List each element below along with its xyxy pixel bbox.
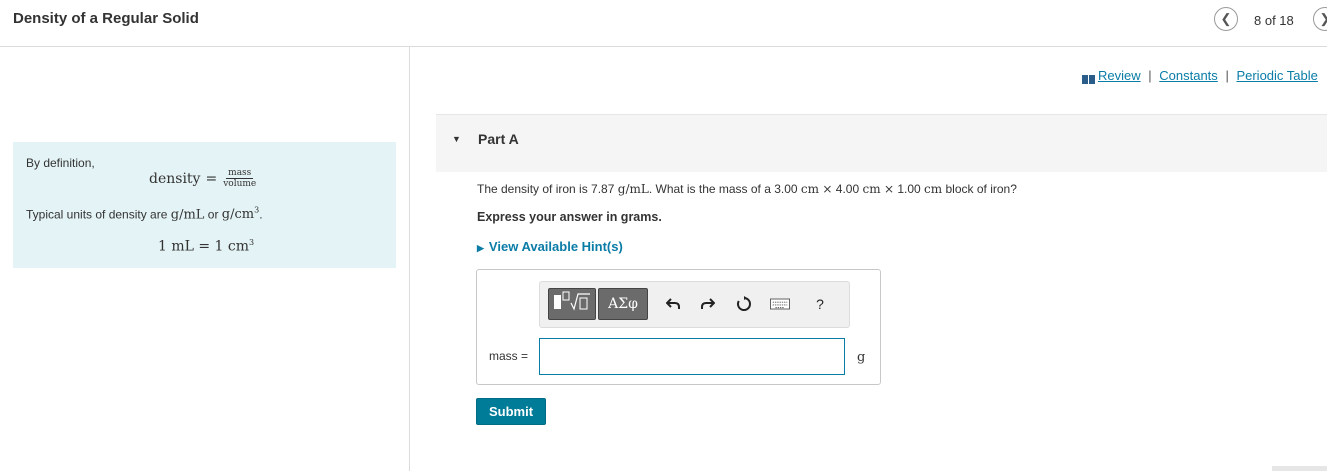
units-prefix: Typical units of density are [26, 207, 168, 222]
question-part: . What is the mass of a 3.00 [648, 182, 798, 196]
book-icon [1082, 72, 1095, 85]
period: . [259, 207, 263, 222]
collapse-triangle-icon[interactable]: ▼ [452, 134, 461, 144]
scroll-stub [1272, 466, 1327, 471]
times-sign: × [883, 182, 894, 196]
keyboard-icon[interactable] [770, 294, 790, 314]
typical-units-text: Typical units of density are g/mL or g/c… [26, 206, 263, 222]
answer-unit: g [857, 350, 866, 365]
or-word: or [207, 207, 219, 222]
undo-icon[interactable] [663, 294, 683, 314]
constants-link[interactable]: Constants [1159, 68, 1218, 83]
question-unit: cm [800, 182, 820, 196]
times-sign: × [822, 182, 833, 196]
density-equation: density = mass volume [149, 168, 256, 190]
chevron-left-icon: ❮ [1220, 11, 1232, 26]
unit-gcm-base: g/cm [221, 207, 255, 223]
question-part: 4.00 [835, 182, 860, 196]
answer-panel: ΑΣφ ? mass = g [476, 269, 881, 385]
hints-label: View Available Hint(s) [488, 239, 623, 254]
template-icon [552, 291, 592, 318]
question-part: The density of iron is 7.87 [477, 182, 615, 196]
definition-label: By definition, [26, 156, 95, 170]
resource-links: Review | Constants | Periodic Table [1082, 68, 1318, 85]
math-toolbar: ΑΣφ ? [539, 281, 850, 328]
previous-button[interactable]: ❮ [1214, 7, 1238, 31]
part-label: Part A [478, 131, 519, 147]
ml-equation-exponent: 3 [249, 238, 255, 247]
templates-button[interactable] [548, 288, 596, 320]
next-button[interactable]: ❯ [1313, 7, 1327, 31]
ml-equation-text: 1 mL = 1 cm [158, 238, 250, 255]
column-divider [409, 47, 410, 471]
page-title: Density of a Regular Solid [13, 10, 199, 27]
hints-toggle[interactable]: ▶ View Available Hint(s) [477, 239, 623, 254]
link-separator: | [1148, 68, 1152, 83]
question-unit: cm [924, 182, 943, 196]
page-counter: 8 of 18 [1254, 13, 1294, 28]
unit-gml: g/mL [170, 207, 205, 223]
question-text: The density of iron is 7.87 g/mL. What i… [477, 182, 1017, 196]
chevron-right-icon: ❯ [1320, 11, 1327, 27]
review-link[interactable]: Review [1098, 68, 1141, 83]
ml-equation: 1 mL = 1 cm3 [158, 238, 254, 255]
fraction-numerator: mass [226, 168, 254, 179]
symbols-button[interactable]: ΑΣφ [598, 288, 648, 320]
answer-instruction: Express your answer in grams. [477, 210, 662, 224]
part-a-header[interactable]: ▼ Part A [436, 114, 1327, 172]
help-button[interactable]: ? [810, 294, 830, 314]
submit-button[interactable]: Submit [476, 398, 546, 425]
fraction-denominator: volume [223, 179, 257, 189]
question-unit: g/mL [617, 182, 649, 196]
reset-icon[interactable] [734, 294, 754, 314]
question-part: block of iron? [945, 182, 1017, 196]
question-part: 1.00 [897, 182, 921, 196]
caret-right-icon: ▶ [477, 243, 484, 253]
mass-volume-fraction: mass volume [223, 168, 256, 190]
unit-gcm: g/cm3 [221, 206, 259, 223]
header-bar: Density of a Regular Solid ❮ 8 of 18 ❯ [0, 0, 1327, 47]
redo-icon[interactable] [698, 294, 718, 314]
periodic-table-link[interactable]: Periodic Table [1236, 68, 1317, 83]
intro-panel: By definition, density = mass volume Typ… [13, 142, 396, 268]
question-unit: cm [862, 182, 881, 196]
equals-sign: = [205, 171, 218, 187]
mass-input[interactable] [539, 338, 845, 375]
density-word: density [149, 171, 201, 187]
answer-label: mass = [489, 349, 529, 363]
link-separator: | [1225, 68, 1229, 83]
